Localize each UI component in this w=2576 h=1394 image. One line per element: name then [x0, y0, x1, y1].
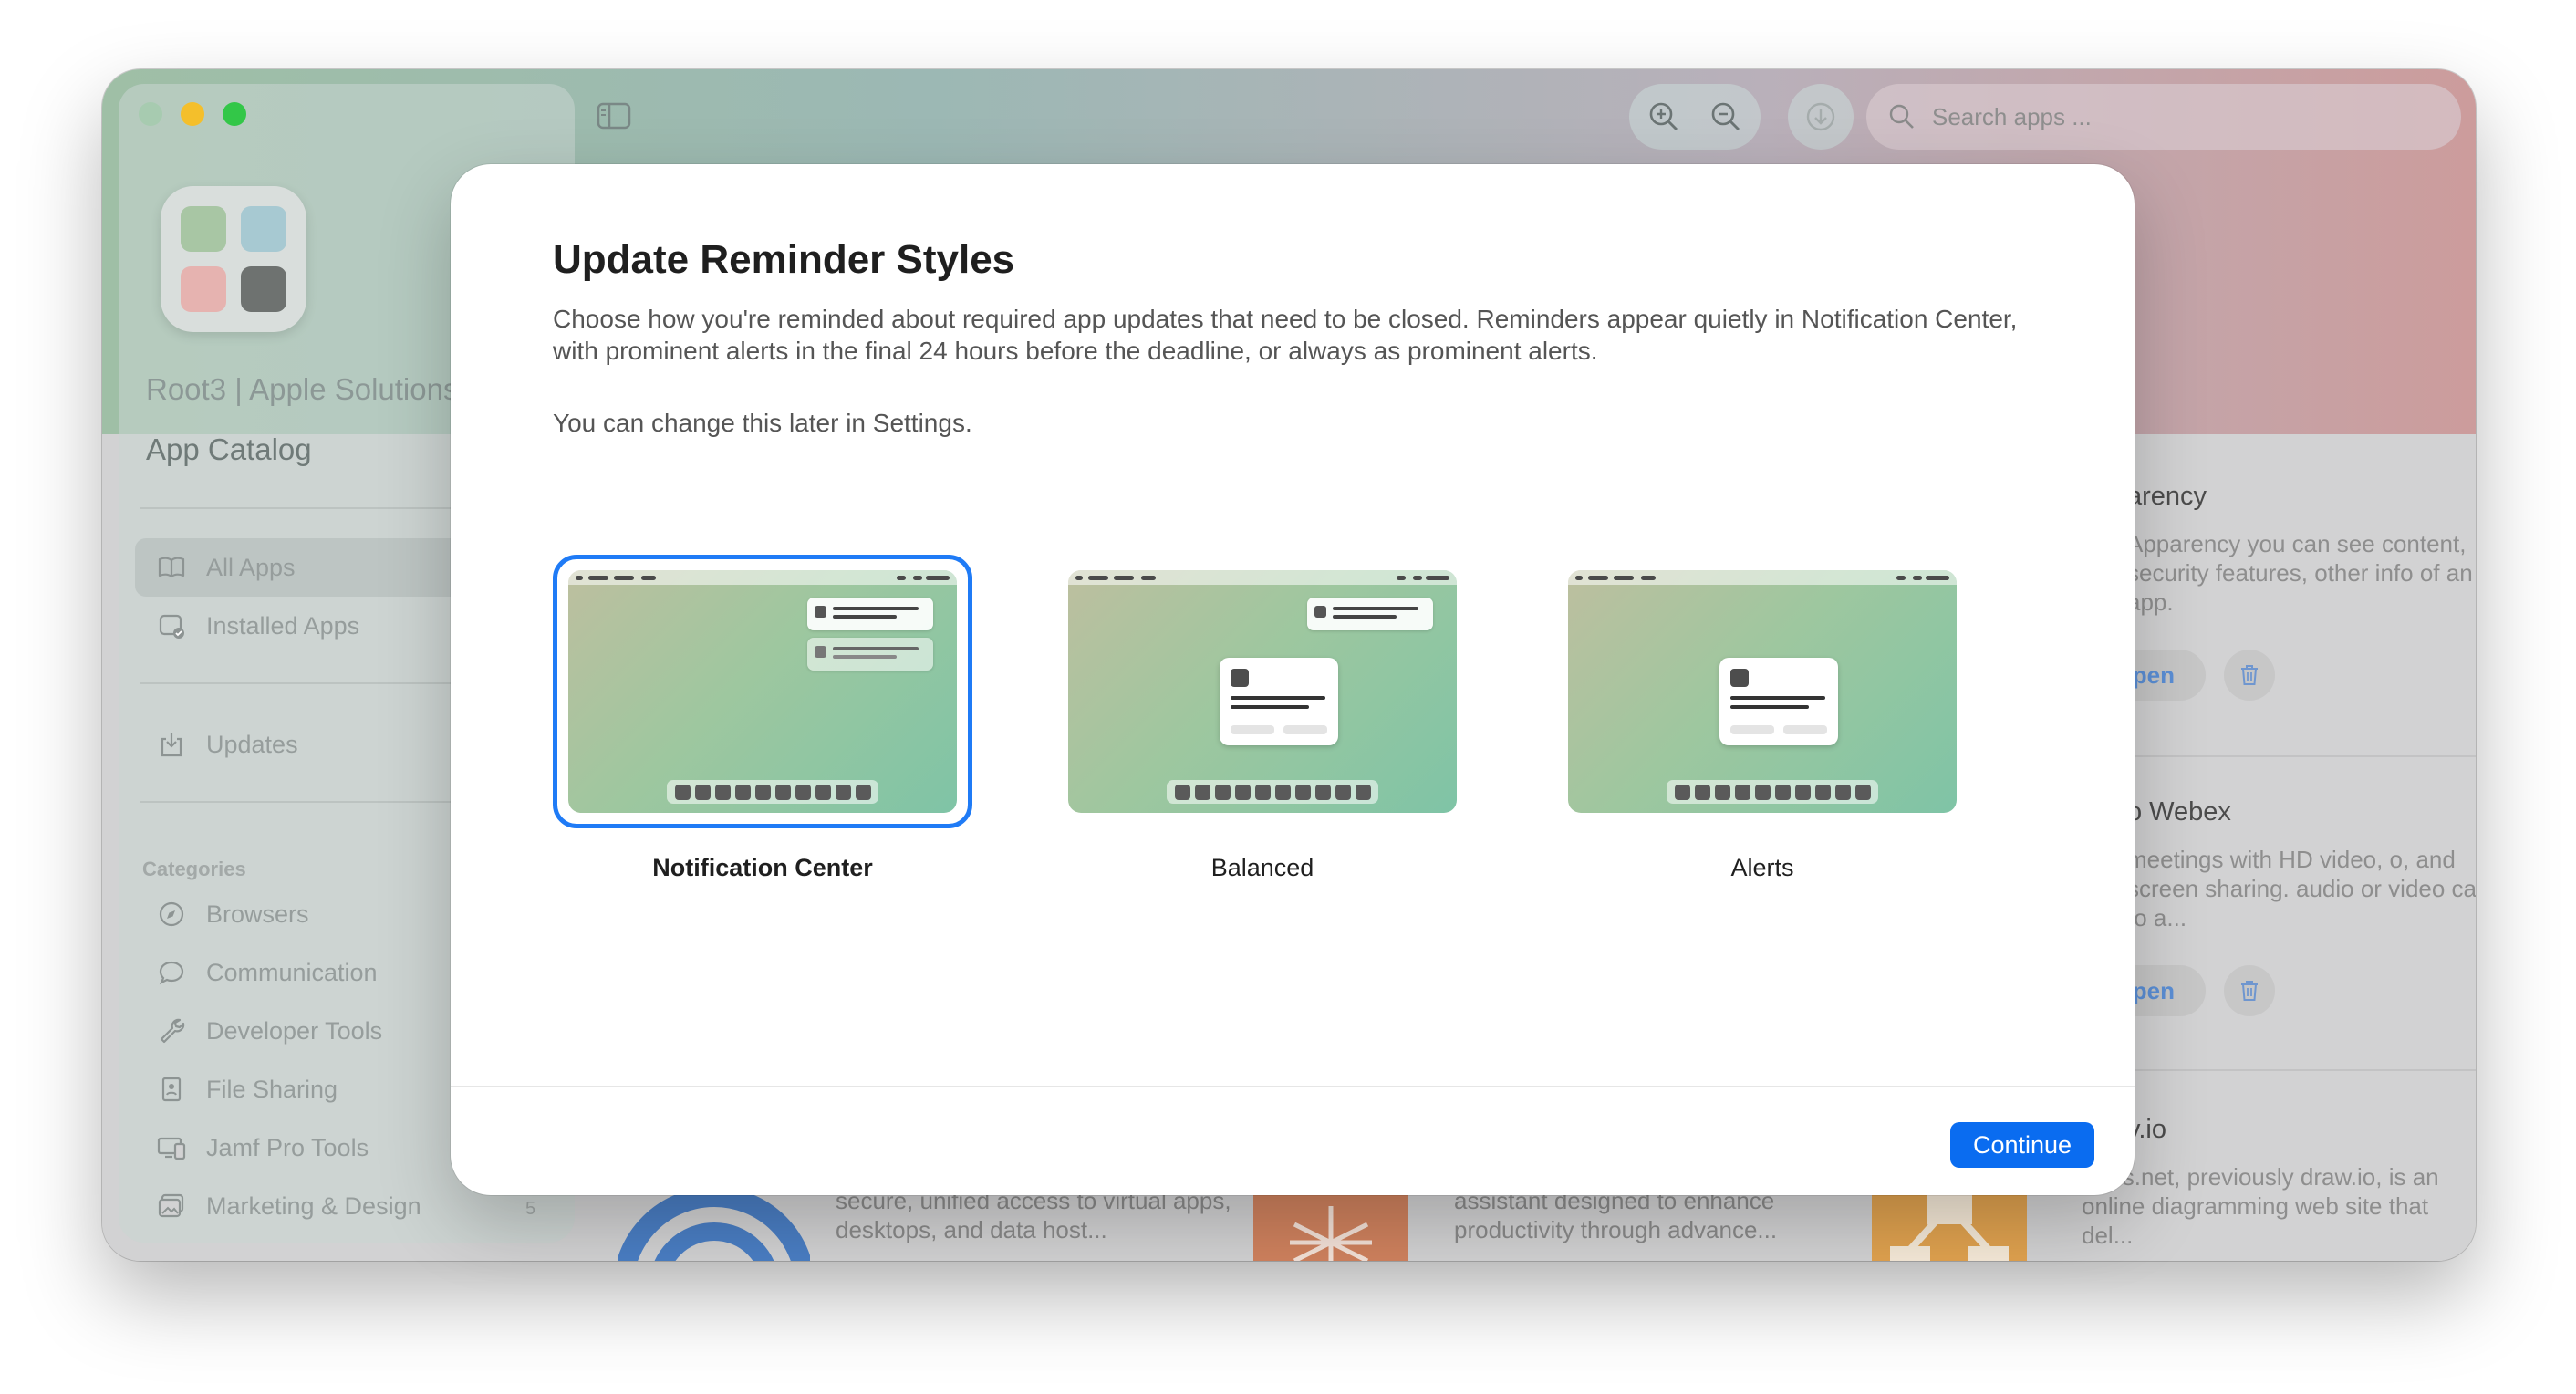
notification-banner — [807, 598, 933, 630]
option-label: Balanced — [1210, 854, 1314, 881]
app-catalog-logo — [161, 186, 306, 332]
search-field[interactable] — [1866, 84, 2461, 150]
notification-banner — [807, 638, 933, 671]
dock — [1667, 780, 1878, 804]
alerts-preview — [1568, 570, 1957, 813]
sidebar-item-label: Developer Tools — [206, 1016, 383, 1045]
app-card-title: o Webex — [2127, 797, 2231, 827]
dialog-footer-divider — [451, 1086, 2135, 1087]
dock — [667, 780, 878, 804]
drawio-app-logo — [1872, 1188, 2027, 1261]
sidebar-item-label: Browsers — [206, 900, 309, 928]
option-alerts[interactable]: Alerts — [1553, 555, 1972, 882]
category-count-badge: 5 — [525, 1199, 536, 1219]
zoom-window-button[interactable] — [223, 102, 246, 126]
zoom-in-icon[interactable] — [1647, 100, 1680, 133]
delete-button[interactable] — [2224, 965, 2275, 1016]
sidebar-item-label: Updates — [206, 730, 298, 758]
app-card-description: meetings with HD video, o, and screen sh… — [2127, 846, 2476, 931]
option-notification-center[interactable]: Notification Center — [553, 555, 972, 882]
sidebar-item-label: Jamf Pro Tools — [206, 1133, 369, 1161]
app-card-description: rams.net, previously draw.io, is an onli… — [2082, 1163, 2439, 1249]
trash-icon — [2241, 665, 2258, 685]
wrench-icon — [160, 1018, 185, 1044]
update-reminder-styles-dialog: Update Reminder Styles Choose how you're… — [451, 164, 2135, 1195]
app-title: App Catalog — [146, 432, 312, 466]
dialog-title: Update Reminder Styles — [553, 237, 1015, 282]
search-icon — [1889, 104, 1914, 129]
sidebar-item-label: All Apps — [206, 553, 296, 581]
sidebar-toggle-icon[interactable] — [597, 102, 631, 130]
download-icon — [1806, 102, 1835, 131]
sidebar-item-label: Installed Apps — [206, 611, 360, 640]
organization-name: Root3 | Apple Solutions — [146, 372, 459, 406]
citrix-app-logo — [618, 1188, 810, 1261]
option-label: Notification Center — [652, 854, 873, 881]
minimize-window-button[interactable] — [181, 102, 204, 126]
option-label: Alerts — [1730, 854, 1794, 881]
dialog-description: Choose how you're reminded about require… — [553, 305, 2018, 365]
close-window-button[interactable] — [139, 102, 162, 126]
sidebar-item-label: File Sharing — [206, 1075, 338, 1103]
desktop-icon — [157, 1137, 186, 1160]
sidebar-item-label: Marketing & Design — [206, 1191, 421, 1220]
zoom-controls — [1629, 84, 1761, 150]
notification-center-preview — [568, 570, 957, 813]
chat-bubble-icon — [159, 961, 184, 985]
notification-banner — [1307, 598, 1433, 630]
option-balanced[interactable]: Balanced — [1053, 555, 1472, 882]
alert-window — [1719, 658, 1838, 745]
compass-icon — [159, 901, 184, 927]
search-input[interactable] — [1932, 102, 2443, 131]
sidebar-item-label: Communication — [206, 958, 378, 986]
ai-assistant-app-logo — [1253, 1188, 1408, 1261]
updates-icon — [161, 733, 182, 757]
app-card-description: Apparency you can see content, security … — [2127, 530, 2473, 616]
trash-icon — [2241, 981, 2258, 1001]
download-button[interactable] — [1788, 84, 1854, 150]
book-icon — [158, 557, 185, 578]
zoom-out-icon[interactable] — [1709, 100, 1742, 133]
dock — [1167, 780, 1378, 804]
installed-icon — [159, 614, 184, 639]
continue-button[interactable]: Continue — [1950, 1122, 2094, 1168]
balanced-preview — [1068, 570, 1457, 813]
dialog-note: You can change this later in Settings. — [553, 409, 972, 437]
delete-button[interactable] — [2224, 650, 2275, 701]
categories-heading: Categories — [142, 858, 246, 880]
alert-window — [1220, 658, 1338, 745]
app-card-title: arency — [2127, 482, 2207, 511]
file-icon — [161, 1077, 182, 1102]
photo-icon — [158, 1193, 184, 1218]
